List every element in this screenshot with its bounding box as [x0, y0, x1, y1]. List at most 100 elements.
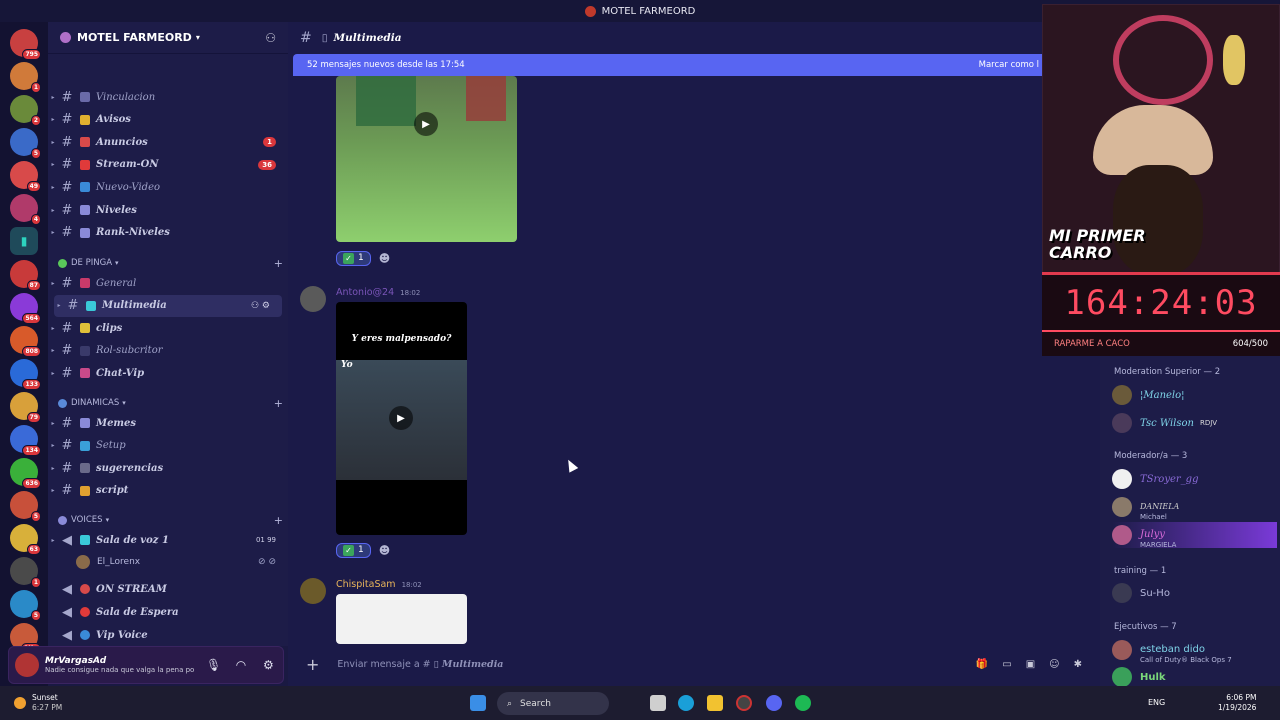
play-icon[interactable]: ▶: [414, 112, 438, 136]
user-name: MrVargasAd: [45, 656, 107, 666]
channel-item[interactable]: ▸ # Anuncios 1: [48, 131, 288, 153]
avatar: [1112, 385, 1132, 405]
channel-item[interactable]: ▸ # Stream-ON 36: [48, 154, 288, 176]
server-icon[interactable]: 87: [10, 260, 41, 291]
server-list[interactable]: 795125494▮8756480813379134636563151K+NUE…: [0, 22, 48, 698]
channel-item[interactable]: ▸ # Vinculacion: [48, 86, 288, 108]
message-author[interactable]: ChispitaSam: [336, 579, 396, 590]
channel-item[interactable]: ▸ # sugerencias: [48, 457, 288, 479]
category-header[interactable]: DINAMICAS ▾ +: [58, 394, 283, 412]
spotify-icon[interactable]: [795, 695, 811, 711]
clock-time[interactable]: 6:06 PM: [1226, 693, 1256, 703]
video-attachment-1[interactable]: ▶: [336, 76, 517, 242]
file-explorer-icon[interactable]: [707, 695, 723, 711]
channel-item[interactable]: ▸ # clips: [48, 317, 288, 339]
clock-date[interactable]: 1/19/2026: [1218, 703, 1256, 713]
server-icon[interactable]: 564: [10, 293, 41, 324]
channel-item[interactable]: ▸ # Chat-Vip: [48, 362, 288, 384]
mic-icon[interactable]: 🎙: [205, 658, 222, 672]
server-icon[interactable]: 636: [10, 458, 41, 489]
create-channel-icon[interactable]: +: [274, 514, 283, 527]
server-icon[interactable]: 5: [10, 491, 41, 522]
member-item[interactable]: Tsc Wilson RDJV: [1112, 410, 1277, 436]
server-icon[interactable]: 4: [10, 194, 41, 225]
voice-channel-item[interactable]: ◀ Sala de Espera: [48, 601, 288, 623]
task-view-icon[interactable]: [650, 695, 666, 711]
reaction-check[interactable]: ✓ 1: [336, 542, 371, 558]
headphones-icon[interactable]: ◠: [232, 658, 249, 672]
channel-item[interactable]: ▸ # General: [48, 272, 288, 294]
new-messages-bar[interactable]: 52 mensajes nuevos desde las 17:54 Marca…: [293, 54, 1053, 76]
mark-read-button[interactable]: Marcar como l: [979, 60, 1039, 70]
server-icon[interactable]: 79: [10, 392, 41, 423]
voice-channel-item[interactable]: ◀ ON STREAM: [48, 578, 288, 600]
user-avatar[interactable]: [15, 653, 39, 677]
category-header[interactable]: VOICES ▾ +: [58, 511, 283, 529]
server-icon[interactable]: 49: [10, 161, 41, 192]
taskbar-search[interactable]: ⌕ Search: [497, 692, 609, 715]
message-composer[interactable]: + Enviar mensaje a # ▯ Multimedia 🎁 ▭ ▣ …: [288, 644, 1100, 684]
gift-icon[interactable]: 🎁: [976, 659, 988, 670]
server-folder-icon[interactable]: ▮: [10, 227, 38, 255]
message-time: 18:02: [401, 581, 422, 589]
member-item[interactable]: ¦Manelo¦: [1112, 382, 1277, 408]
voice-user[interactable]: El_Lorenx ⊘ ⊘: [76, 552, 276, 572]
channel-name: script: [96, 485, 129, 497]
weather-icon[interactable]: [14, 697, 26, 709]
add-reaction-icon[interactable]: ☻: [379, 544, 390, 557]
member-item[interactable]: TSroyer_gg: [1112, 466, 1277, 492]
create-channel-icon[interactable]: +: [274, 257, 283, 270]
app-icon[interactable]: [736, 695, 752, 711]
message-avatar[interactable]: [300, 578, 326, 604]
composer-placeholder[interactable]: Enviar mensaje a # ▯ Multimedia: [337, 659, 503, 670]
server-icon[interactable]: 133: [10, 359, 41, 390]
invite-people-icon[interactable]: ⚇: [265, 31, 276, 45]
play-icon[interactable]: ▶: [389, 406, 413, 430]
message-author[interactable]: Antonio@24: [336, 287, 394, 298]
server-header[interactable]: MOTEL FARMEORD ▾ ⚇: [48, 22, 288, 54]
settings-gear-icon[interactable]: ⚙: [260, 658, 277, 672]
mention-badge: 636: [22, 478, 41, 489]
discord-icon[interactable]: [766, 695, 782, 711]
member-item[interactable]: Su-Ho: [1112, 580, 1277, 606]
create-channel-icon[interactable]: +: [274, 397, 283, 410]
channel-item[interactable]: ▸ # Rank-Niveles: [48, 222, 288, 244]
member-item[interactable]: esteban dido Call of Duty® Black Ops 7: [1112, 637, 1277, 664]
voice-channel-item[interactable]: ◀ Vip Voice: [48, 624, 288, 646]
channel-item[interactable]: ▸ # Multimedia ⚇ ⚙: [54, 294, 282, 317]
add-reaction-icon[interactable]: ☻: [379, 252, 390, 265]
gif-icon[interactable]: ▭: [1002, 659, 1011, 670]
sticker-icon[interactable]: ▣: [1026, 659, 1035, 670]
server-icon[interactable]: 2: [10, 95, 41, 126]
server-icon[interactable]: 5: [10, 590, 41, 621]
message-avatar[interactable]: [300, 286, 326, 312]
server-icon[interactable]: 795: [10, 29, 41, 60]
emoji-icon[interactable]: ☺: [1049, 659, 1059, 670]
server-icon[interactable]: 808: [10, 326, 41, 357]
apps-icon[interactable]: ✱: [1074, 659, 1082, 670]
server-icon[interactable]: 134: [10, 425, 41, 456]
category-header[interactable]: DE PINGA ▾ +: [58, 254, 283, 272]
add-attachment-icon[interactable]: +: [306, 655, 319, 674]
server-icon[interactable]: 63: [10, 524, 41, 555]
channel-item[interactable]: ▸ # Setup: [48, 435, 288, 457]
channel-settings-icon[interactable]: ⚇ ⚙: [251, 301, 270, 311]
server-icon[interactable]: 5: [10, 128, 41, 159]
video-attachment-2[interactable]: Y eres malpensado? Yo ▶: [336, 302, 467, 535]
member-item[interactable]: DANIELA Michael: [1112, 494, 1277, 521]
windows-start-icon[interactable]: [470, 695, 486, 711]
lang-indicator[interactable]: ENG: [1148, 698, 1165, 707]
server-icon[interactable]: 1: [10, 62, 41, 93]
edge-icon[interactable]: [678, 695, 694, 711]
channel-item[interactable]: ▸ # Avisos: [48, 109, 288, 131]
channel-item[interactable]: ▸ ◀ Sala de voz 1 01 99: [48, 529, 288, 551]
reaction-check[interactable]: ✓ 1: [336, 250, 371, 266]
channel-item[interactable]: ▸ # Rol-subcritor: [48, 340, 288, 362]
channel-item[interactable]: ▸ # Memes: [48, 412, 288, 434]
channel-item[interactable]: ▸ # script: [48, 480, 288, 502]
channel-item[interactable]: ▸ # Niveles: [48, 199, 288, 221]
member-item[interactable]: Julyy MARGIELA: [1112, 522, 1277, 549]
server-icon[interactable]: 1: [10, 557, 41, 588]
image-attachment-3[interactable]: [336, 594, 467, 644]
channel-item[interactable]: ▸ # Nuevo-Video: [48, 176, 288, 198]
